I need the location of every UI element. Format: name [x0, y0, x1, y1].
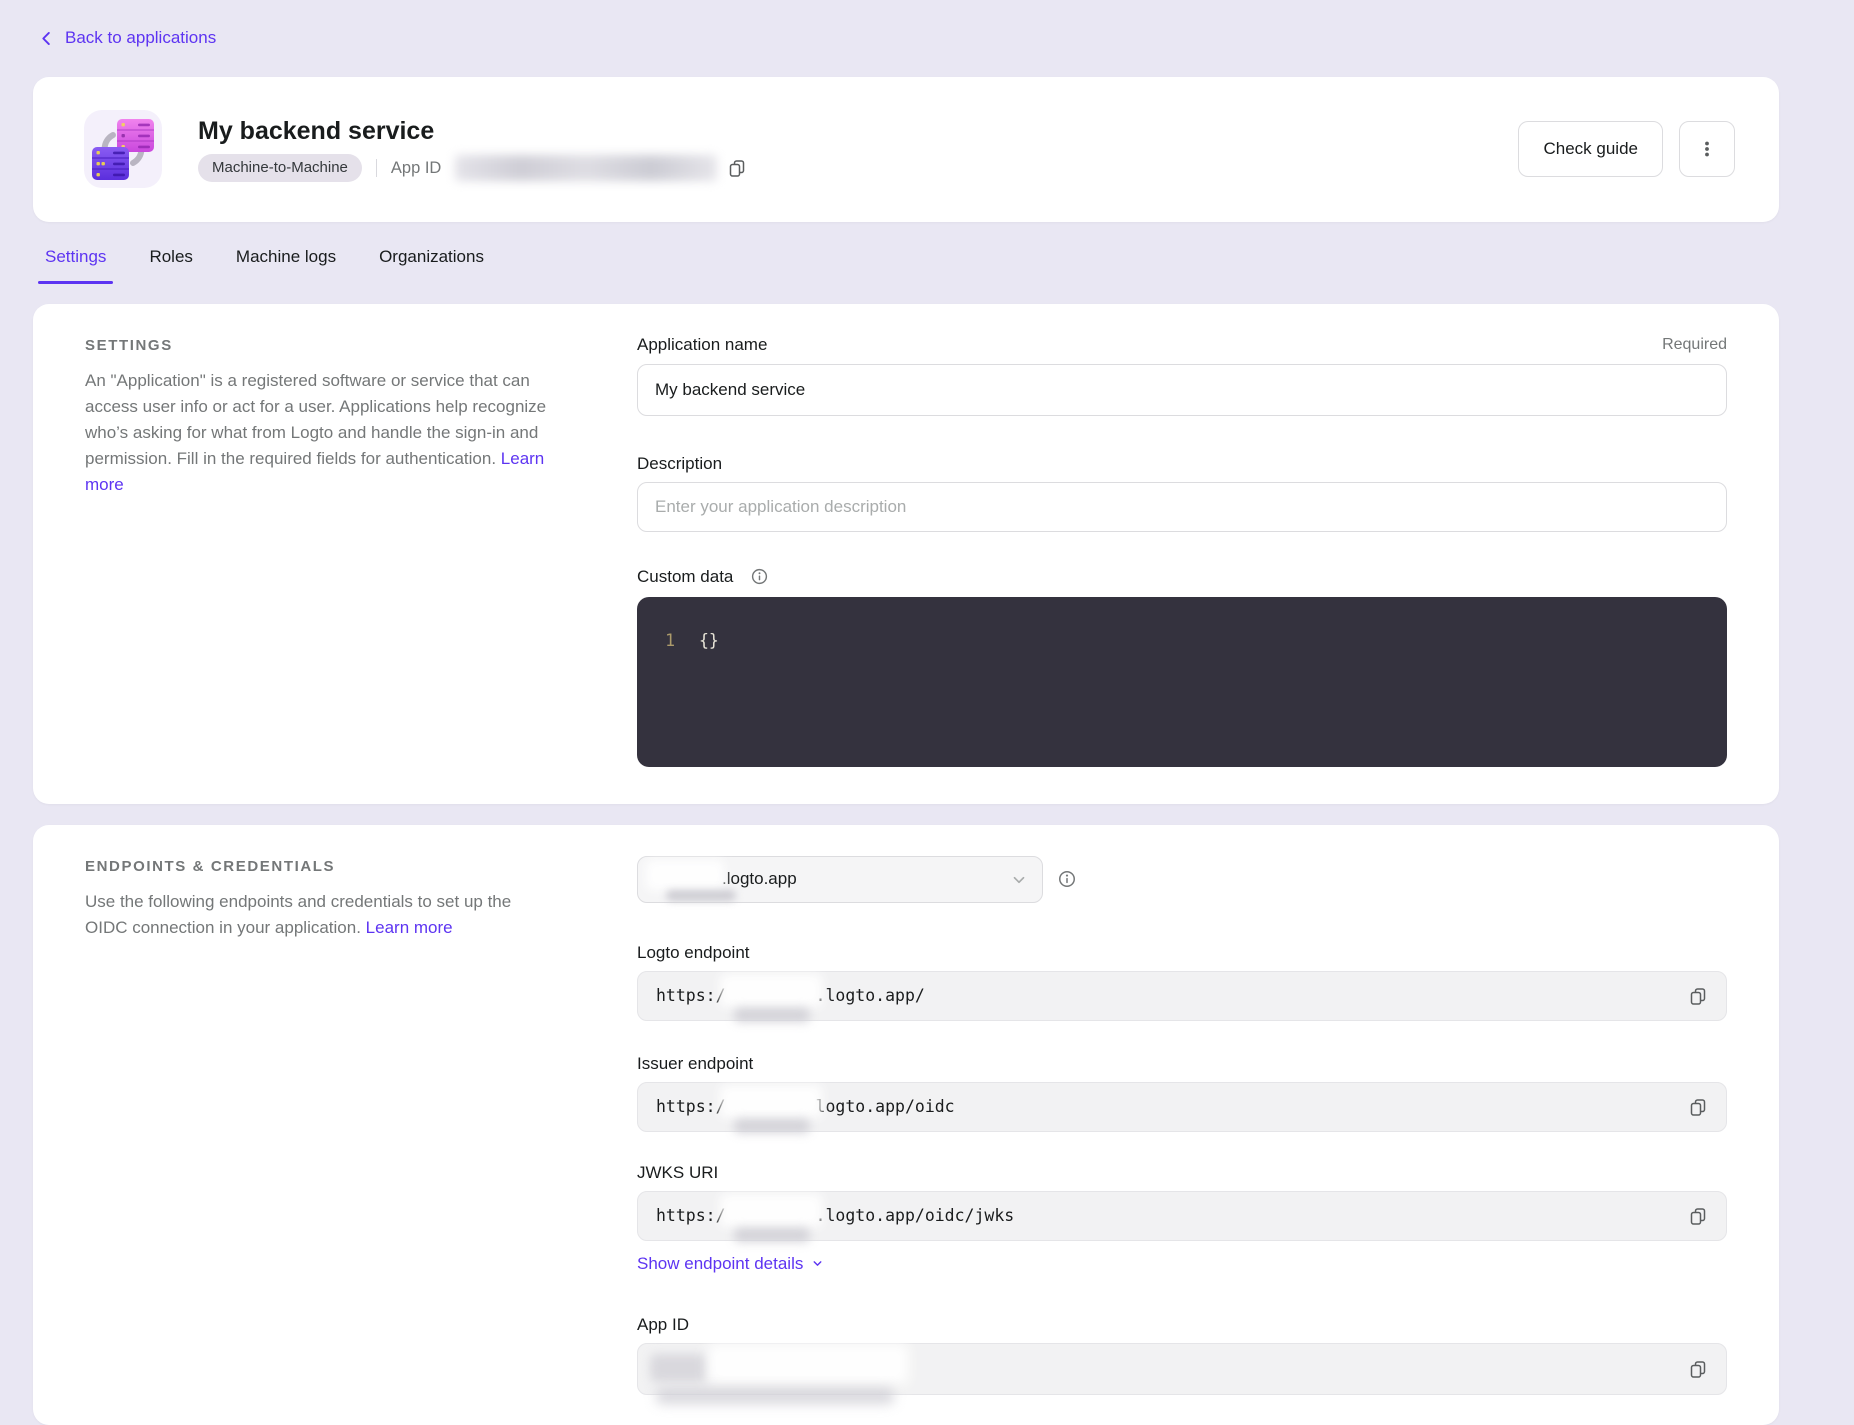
- back-to-applications-link[interactable]: Back to applications: [38, 28, 216, 48]
- issuer-endpoint-redacted: [726, 1096, 816, 1118]
- tab-settings[interactable]: Settings: [38, 242, 113, 284]
- tab-bar: Settings Roles Machine logs Organization…: [38, 242, 1779, 284]
- endpoints-learn-more-link[interactable]: Learn more: [366, 918, 453, 937]
- app-header-info: My backend service Machine-to-Machine Ap…: [198, 116, 747, 182]
- copy-icon: [1688, 986, 1708, 1006]
- app-id-label: App ID: [391, 159, 441, 178]
- code-line: 1 {}: [661, 629, 1707, 653]
- copy-app-id-button[interactable]: [727, 158, 747, 178]
- domain-info-icon[interactable]: [1057, 869, 1077, 889]
- issuer-endpoint-suffix: logto.app/oidc: [816, 1097, 955, 1116]
- header-actions: Check guide: [1518, 121, 1735, 177]
- tenant-id-redacted: [654, 868, 722, 890]
- logto-endpoint-label: Logto endpoint: [637, 943, 1727, 963]
- settings-description-text: An "Application" is a registered softwar…: [85, 371, 546, 468]
- app-id-redacted-value: [455, 155, 717, 181]
- custom-data-code-editor[interactable]: 1 {}: [637, 597, 1727, 767]
- jwks-uri-redacted: [726, 1205, 816, 1227]
- issuer-endpoint-field: https:/ logto.app/oidc: [637, 1082, 1727, 1132]
- copy-icon: [1688, 1097, 1708, 1117]
- page-title: My backend service: [198, 116, 747, 146]
- copy-issuer-endpoint-button[interactable]: [1688, 1097, 1708, 1117]
- issuer-endpoint-prefix: https:/: [656, 1097, 726, 1116]
- copy-app-id-value-button[interactable]: [1688, 1359, 1708, 1379]
- tab-organizations[interactable]: Organizations: [372, 242, 491, 284]
- logto-endpoint-redacted: [726, 985, 816, 1007]
- code-content: {}: [699, 629, 719, 653]
- endpoints-credentials-card: ENDPOINTS & CREDENTIALS Use the followin…: [33, 825, 1779, 1425]
- domain-select[interactable]: .logto.app: [637, 856, 1043, 903]
- copy-logto-endpoint-button[interactable]: [1688, 986, 1708, 1006]
- app-id-field: [637, 1343, 1727, 1395]
- application-name-label: Application name: [637, 335, 767, 355]
- issuer-endpoint-label: Issuer endpoint: [637, 1054, 1727, 1074]
- copy-icon: [1688, 1206, 1708, 1226]
- endpoints-section-heading: ENDPOINTS & CREDENTIALS: [85, 856, 553, 875]
- chevron-down-icon: [811, 1257, 824, 1270]
- kebab-menu-icon: [1697, 139, 1717, 159]
- jwks-uri-prefix: https:/: [656, 1206, 726, 1225]
- logto-endpoint-suffix: .logto.app/: [816, 986, 925, 1005]
- app-id-value-redacted: [656, 1358, 896, 1380]
- endpoints-section-description: Use the following endpoints and credenti…: [85, 889, 553, 941]
- tab-machine-logs[interactable]: Machine logs: [229, 242, 343, 284]
- copy-icon: [727, 158, 747, 178]
- jwks-uri-label: JWKS URI: [637, 1163, 1727, 1183]
- show-endpoint-details-label: Show endpoint details: [637, 1254, 803, 1274]
- custom-data-label: Custom data: [637, 567, 769, 587]
- custom-data-label-text: Custom data: [637, 567, 733, 587]
- more-actions-button[interactable]: [1679, 121, 1735, 177]
- code-line-number: 1: [661, 629, 675, 653]
- logto-endpoint-prefix: https:/: [656, 986, 726, 1005]
- required-hint: Required: [1662, 336, 1727, 354]
- check-guide-button[interactable]: Check guide: [1518, 121, 1663, 177]
- settings-card: SETTINGS An "Application" is a registere…: [33, 304, 1779, 804]
- meta-divider: [376, 159, 377, 177]
- machine-to-machine-app-icon: [84, 110, 162, 188]
- application-name-input[interactable]: [637, 364, 1727, 416]
- domain-row: .logto.app: [637, 856, 1727, 903]
- app-id-field-label: App ID: [637, 1315, 1727, 1335]
- copy-icon: [1688, 1359, 1708, 1379]
- description-label: Description: [637, 454, 722, 474]
- chevron-left-icon: [38, 30, 55, 47]
- settings-section-heading: SETTINGS: [85, 335, 553, 354]
- domain-select-value: .logto.app: [722, 869, 797, 889]
- tab-roles[interactable]: Roles: [142, 242, 199, 284]
- logto-endpoint-field: https:/ .logto.app/: [637, 971, 1727, 1021]
- show-endpoint-details-link[interactable]: Show endpoint details: [637, 1254, 824, 1274]
- jwks-uri-suffix: .logto.app/oidc/jwks: [816, 1206, 1015, 1225]
- back-link-label: Back to applications: [65, 28, 216, 48]
- jwks-uri-field: https:/ .logto.app/oidc/jwks: [637, 1191, 1727, 1241]
- description-input[interactable]: [637, 482, 1727, 532]
- app-header-card: My backend service Machine-to-Machine Ap…: [33, 77, 1779, 222]
- copy-jwks-uri-button[interactable]: [1688, 1206, 1708, 1226]
- custom-data-info-icon[interactable]: [750, 567, 769, 586]
- app-type-badge: Machine-to-Machine: [198, 154, 362, 182]
- chevron-down-icon: [1010, 871, 1028, 889]
- application-details-page: Back to applications: [33, 0, 1779, 1425]
- settings-section-description: An "Application" is a registered softwar…: [85, 368, 553, 498]
